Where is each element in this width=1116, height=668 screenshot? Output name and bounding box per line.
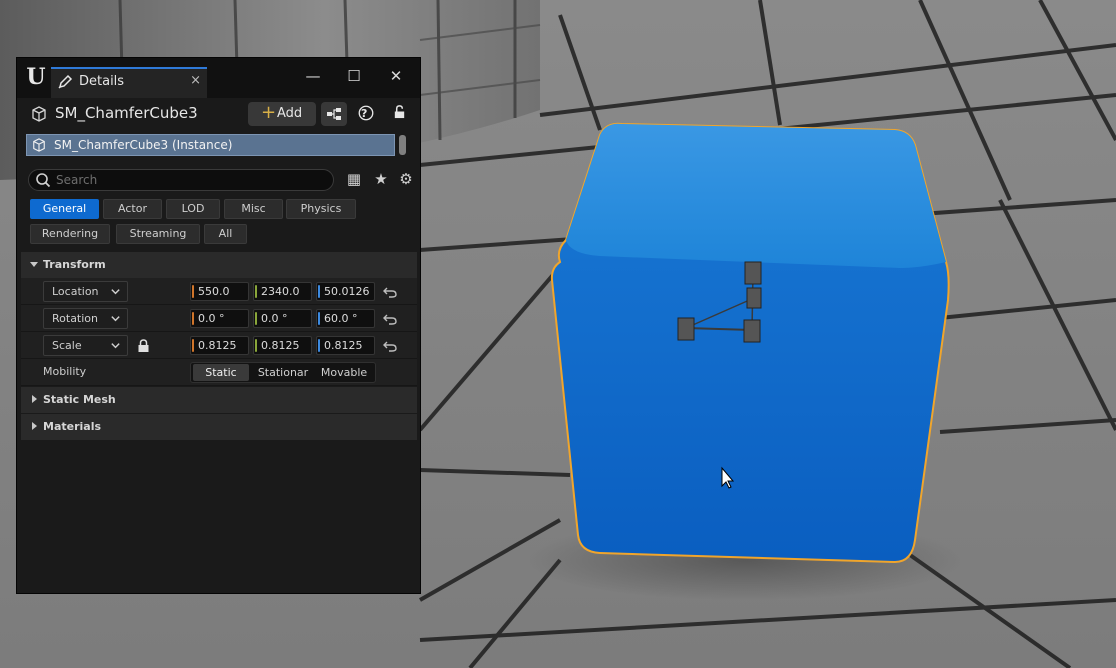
- settings-gear-icon[interactable]: ⚙: [396, 169, 416, 189]
- search-input[interactable]: [56, 171, 326, 189]
- filter-misc-button[interactable]: Misc: [224, 199, 283, 219]
- scale-y-value: 0.8125: [261, 339, 300, 352]
- location-z-field[interactable]: 50.0126: [316, 282, 375, 301]
- filter-rendering-button[interactable]: Rendering: [30, 224, 110, 244]
- instance-mesh-icon: [33, 138, 45, 152]
- details-header: SM_ChamferCube3 + Add ?: [17, 98, 420, 130]
- collapsed-arrow-icon: [32, 422, 37, 430]
- section-materials[interactable]: Materials: [21, 414, 417, 440]
- rotation-y-value: 0.0 °: [261, 312, 288, 325]
- scale-z-value: 0.8125: [324, 339, 363, 352]
- location-y-value: 2340.0: [261, 285, 300, 298]
- filter-streaming-button[interactable]: Streaming: [116, 224, 200, 244]
- scale-lock-icon[interactable]: [137, 339, 150, 353]
- panel-titlebar: U Details × — ☐ ✕: [17, 58, 420, 98]
- minimize-button[interactable]: —: [303, 66, 323, 86]
- help-icon[interactable]: ?: [356, 104, 376, 124]
- chevron-down-icon: [111, 289, 120, 295]
- mobility-stationary-option[interactable]: Stationar: [253, 364, 313, 381]
- pencil-icon: [58, 74, 73, 89]
- rotation-z-value: 60.0 °: [324, 312, 358, 325]
- tab-title: Details: [79, 74, 125, 89]
- search-icon: [36, 173, 51, 188]
- section-transform-label: Transform: [43, 258, 106, 271]
- mobility-static-option[interactable]: Static: [193, 364, 249, 381]
- component-instance-row[interactable]: SM_ChamferCube3 (Instance): [26, 134, 395, 156]
- location-y-field[interactable]: 2340.0: [253, 282, 312, 301]
- chevron-down-icon: [111, 343, 120, 349]
- mobility-toggle-group: Static Stationar Movable: [190, 362, 376, 383]
- section-materials-label: Materials: [43, 420, 102, 433]
- rotation-x-value: 0.0 °: [198, 312, 225, 325]
- chamfer-cube-mesh: [550, 122, 950, 564]
- help-glyph: ?: [361, 107, 368, 120]
- filter-physics-button[interactable]: Physics: [286, 199, 356, 219]
- collapsed-arrow-icon: [32, 395, 37, 403]
- search-box[interactable]: [28, 169, 334, 191]
- reset-rotation-icon[interactable]: [383, 312, 397, 326]
- details-panel: U Details × — ☐ ✕ SM_ChamferCube3 + Add: [16, 57, 421, 594]
- rotation-y-field[interactable]: 0.0 °: [253, 309, 312, 328]
- rotation-dropdown[interactable]: Rotation: [43, 308, 128, 329]
- section-transform[interactable]: Transform: [21, 252, 417, 278]
- tab-details[interactable]: Details ×: [51, 67, 207, 98]
- unlock-icon: [394, 105, 404, 119]
- static-mesh-icon: [32, 106, 46, 122]
- add-label: Add: [277, 106, 303, 121]
- component-list-scrollbar[interactable]: [399, 135, 406, 155]
- location-x-field[interactable]: 550.0: [190, 282, 249, 301]
- mobility-movable-option[interactable]: Movable: [315, 364, 373, 381]
- scale-x-value: 0.8125: [198, 339, 237, 352]
- location-label: Location: [52, 285, 99, 298]
- scale-label: Scale: [52, 339, 82, 352]
- blueprint-icon: [327, 108, 341, 120]
- section-static-mesh-label: Static Mesh: [43, 393, 116, 406]
- section-static-mesh[interactable]: Static Mesh: [21, 387, 417, 413]
- unreal-logo-icon: U: [26, 64, 46, 90]
- rotation-z-field[interactable]: 60.0 °: [316, 309, 375, 328]
- property-matrix-icon[interactable]: ▦: [344, 169, 364, 189]
- rotation-x-field[interactable]: 0.0 °: [190, 309, 249, 328]
- mobility-label: Mobility: [43, 365, 87, 378]
- rotation-label: Rotation: [52, 312, 99, 325]
- favorites-star-icon[interactable]: ★: [371, 169, 391, 189]
- reset-location-icon[interactable]: [383, 285, 397, 299]
- scale-z-field[interactable]: 0.8125: [316, 336, 375, 355]
- lock-selection-icon[interactable]: [389, 104, 409, 124]
- add-plus-icon: +: [261, 102, 277, 123]
- filter-general-button[interactable]: General: [30, 199, 99, 219]
- scale-y-field[interactable]: 0.8125: [253, 336, 312, 355]
- scale-dropdown[interactable]: Scale: [43, 335, 128, 356]
- instance-label: SM_ChamferCube3 (Instance): [54, 138, 233, 152]
- location-z-value: 50.0126: [324, 285, 370, 298]
- scale-x-field[interactable]: 0.8125: [190, 336, 249, 355]
- tab-close-icon[interactable]: ×: [190, 73, 201, 88]
- filter-all-button[interactable]: All: [204, 224, 247, 244]
- maximize-button[interactable]: ☐: [344, 66, 364, 86]
- location-x-value: 550.0: [198, 285, 230, 298]
- location-dropdown[interactable]: Location: [43, 281, 128, 302]
- chevron-down-icon: [111, 316, 120, 322]
- filter-actor-button[interactable]: Actor: [103, 199, 162, 219]
- close-window-button[interactable]: ✕: [386, 66, 406, 86]
- expanded-arrow-icon: [30, 262, 38, 267]
- add-component-button[interactable]: + Add: [248, 102, 316, 126]
- blueprint-button[interactable]: [321, 102, 347, 126]
- reset-scale-icon[interactable]: [383, 339, 397, 353]
- selected-object-name: SM_ChamferCube3: [55, 104, 198, 122]
- filter-lod-button[interactable]: LOD: [166, 199, 220, 219]
